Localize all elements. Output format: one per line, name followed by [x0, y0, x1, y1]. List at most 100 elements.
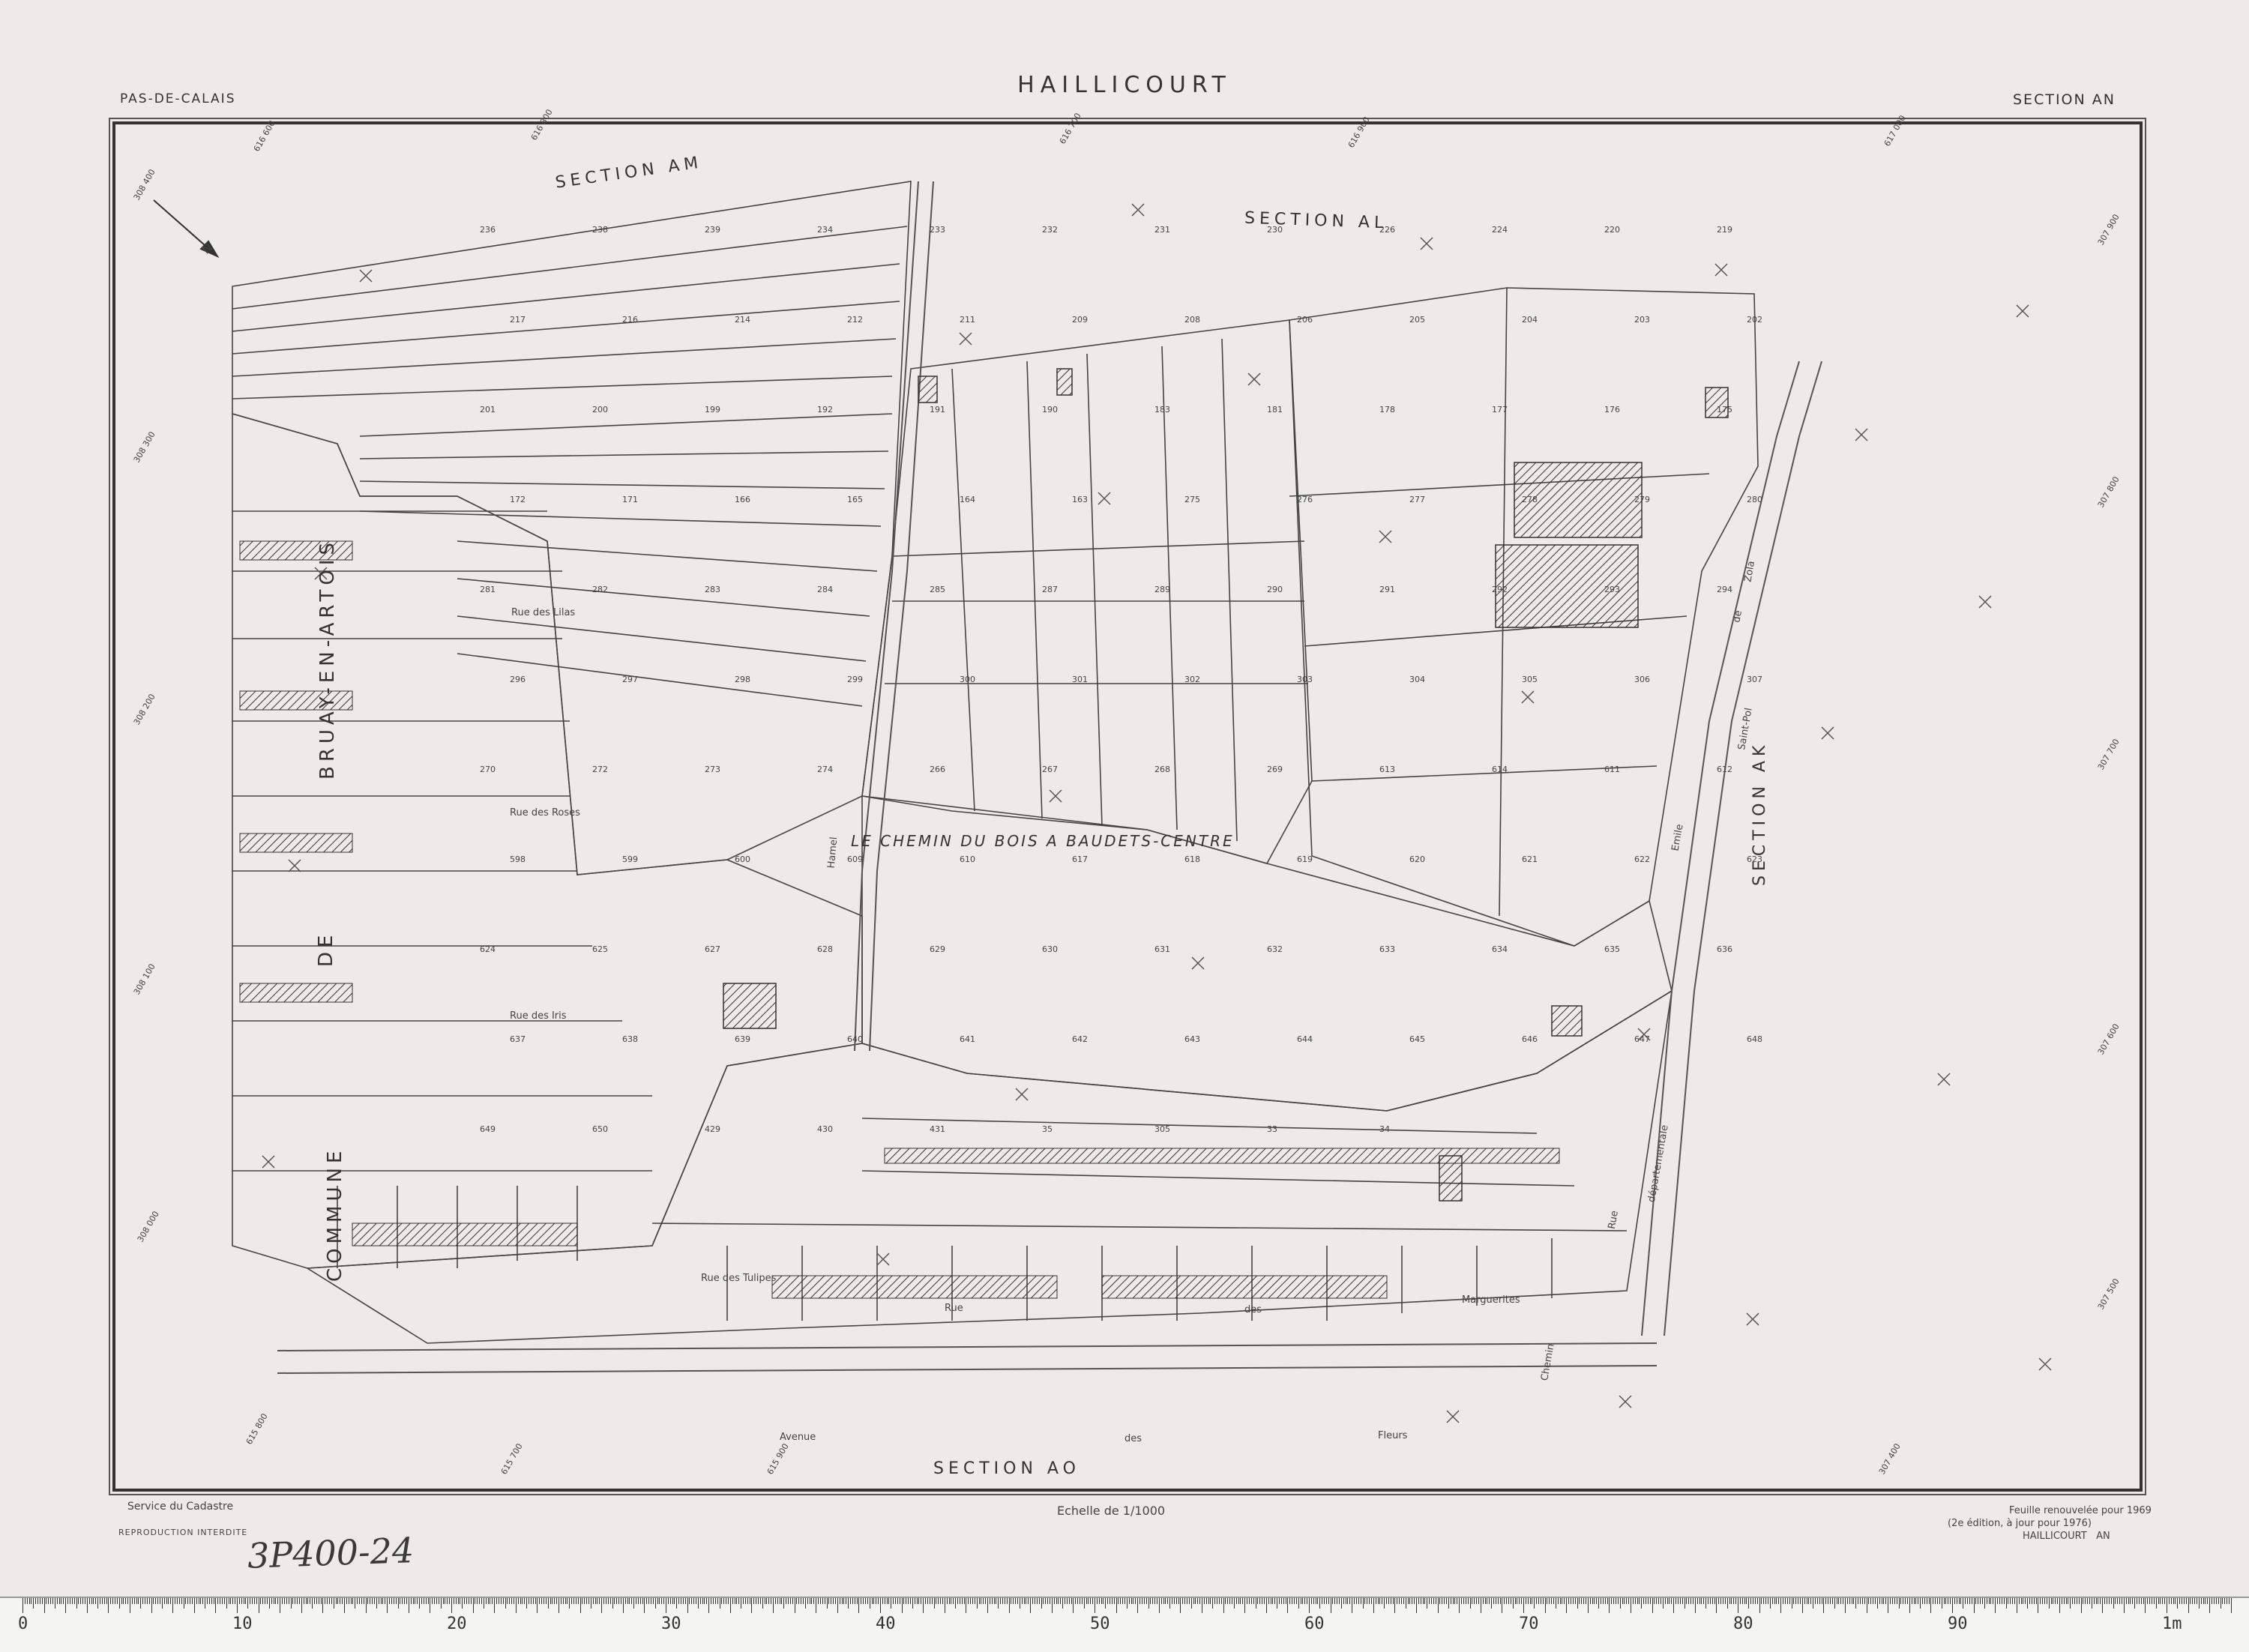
ruler-tick	[983, 1598, 984, 1604]
ruler-tick	[1997, 1598, 1999, 1604]
ruler-tick	[1870, 1598, 1872, 1604]
ruler-tick	[1158, 1598, 1160, 1613]
ruler-tick	[1358, 1598, 1359, 1604]
ruler-tick	[2147, 1598, 2149, 1604]
ruler-tick	[1150, 1598, 1151, 1604]
ruler-tick	[1763, 1598, 1765, 1604]
ruler-tick	[2070, 1598, 2071, 1609]
ruler-tick	[1840, 1598, 1842, 1604]
ruler-tick	[1259, 1598, 1261, 1604]
ruler-tick	[2080, 1598, 2082, 1613]
commune-section-label: HAILLICOURT AN	[2023, 1531, 2110, 1542]
parcel-number: 192	[817, 405, 833, 414]
ruler-tick	[419, 1598, 421, 1609]
ruler-tick	[1208, 1598, 1209, 1604]
ruler-tick	[91, 1598, 92, 1604]
ruler-tick	[1943, 1598, 1945, 1604]
ruler-tick	[852, 1598, 853, 1604]
ruler-tick	[193, 1598, 195, 1613]
ruler-tick	[1988, 1598, 1990, 1604]
ruler-tick	[1894, 1598, 1895, 1604]
ruler-tick	[2029, 1598, 2030, 1604]
parcel-number: 212	[847, 315, 863, 325]
parcel-number: 623	[1747, 854, 1762, 864]
parcel-number: 610	[960, 854, 975, 864]
ruler-tick	[2018, 1598, 2020, 1604]
ruler-tick	[1696, 1598, 1698, 1604]
parcel-number: 650	[592, 1124, 608, 1134]
ruler-tick	[629, 1598, 630, 1604]
ruler-tick	[1032, 1598, 1034, 1604]
building-small-3	[1056, 368, 1073, 396]
ruler-tick	[1694, 1598, 1696, 1613]
ruler-tick	[1210, 1598, 1211, 1604]
ruler-tick	[1328, 1598, 1329, 1604]
ruler-tick	[365, 1598, 367, 1613]
parcel-number: 614	[1492, 765, 1508, 774]
ruler-tick	[2057, 1598, 2059, 1604]
ruler-tick	[753, 1598, 755, 1604]
ruler-tick	[502, 1598, 504, 1604]
street-tulipes: Rue des Tulipes	[701, 1273, 777, 1284]
ruler-tick	[738, 1598, 740, 1604]
ruler-tick	[1733, 1598, 1735, 1604]
parcel-number: 202	[1747, 315, 1762, 325]
ruler-label: 1m	[2162, 1615, 2182, 1633]
parcel-number: 266	[930, 765, 945, 774]
ruler-tick	[1081, 1598, 1083, 1604]
ruler-tick	[1068, 1598, 1070, 1604]
ruler-tick	[1274, 1598, 1276, 1604]
ruler-tick	[1128, 1598, 1130, 1604]
ruler-tick	[86, 1598, 88, 1613]
ruler-tick	[425, 1598, 427, 1604]
ruler-tick	[1002, 1598, 1004, 1604]
ruler-tick	[1199, 1598, 1201, 1604]
parcel-number: 270	[480, 765, 496, 774]
ruler-tick	[648, 1598, 650, 1604]
ruler-tick	[586, 1598, 588, 1604]
parcel-number: 206	[1297, 315, 1313, 325]
ruler-tick	[759, 1598, 761, 1604]
ruler-tick	[2074, 1598, 2076, 1604]
ruler-tick	[142, 1598, 144, 1604]
ruler-tick	[942, 1598, 943, 1604]
ruler-tick	[82, 1598, 84, 1604]
ruler-tick	[1122, 1598, 1124, 1604]
ruler-tick	[1388, 1598, 1389, 1604]
ruler-tick	[1624, 1598, 1625, 1604]
parcel-number: 646	[1522, 1034, 1538, 1044]
ruler-tick	[1317, 1598, 1319, 1604]
ruler-tick	[1478, 1598, 1479, 1604]
ruler-tick	[1272, 1598, 1274, 1604]
street-rue-des-a: Rue	[945, 1303, 963, 1314]
ruler-tick	[978, 1598, 980, 1604]
ruler-tick	[1898, 1598, 1900, 1609]
section-ao-label: SECTION AO	[933, 1459, 1080, 1478]
ruler-tick	[123, 1598, 124, 1604]
ruler-tick	[26, 1598, 28, 1604]
ruler-tick	[1587, 1598, 1589, 1613]
parcel-number: 220	[1604, 225, 1620, 235]
ruler-tick	[858, 1598, 860, 1613]
ruler-tick	[1804, 1598, 1805, 1604]
ruler-tick	[826, 1598, 828, 1609]
ruler-tick	[1075, 1598, 1077, 1604]
ruler-tick	[1469, 1598, 1471, 1609]
ruler-tick	[63, 1598, 64, 1604]
ruler-tick	[1604, 1598, 1606, 1604]
parcel-number: 267	[1042, 765, 1058, 774]
ruler-tick	[1703, 1598, 1705, 1604]
ruler-tick	[1750, 1598, 1752, 1604]
ruler-tick	[389, 1598, 391, 1604]
ruler-tick	[271, 1598, 272, 1604]
ruler-tick	[292, 1598, 294, 1604]
parcel-number: 272	[592, 765, 608, 774]
ruler-tick	[1324, 1598, 1325, 1604]
parcel-number: 618	[1184, 854, 1200, 864]
parcel-number: 230	[1267, 225, 1283, 235]
parcel-number: 638	[622, 1034, 638, 1044]
ruler-tick	[327, 1598, 328, 1604]
ruler-tick	[350, 1598, 352, 1604]
ruler-tick	[1298, 1598, 1299, 1609]
parcel-number: 644	[1297, 1034, 1313, 1044]
